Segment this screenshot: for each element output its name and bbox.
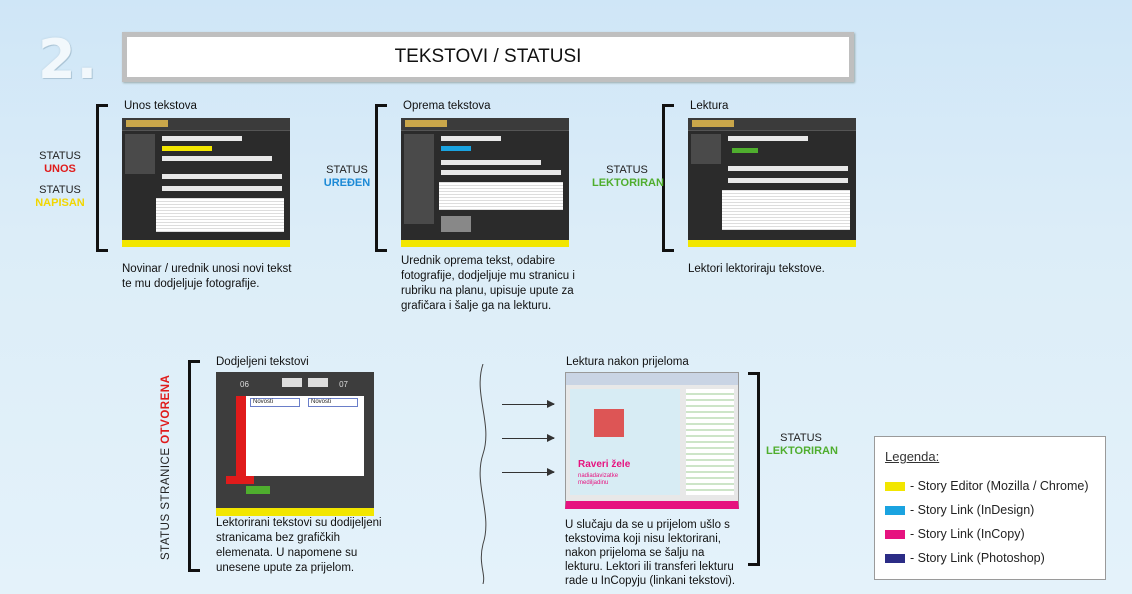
infographic-canvas: 2. TEKSTOVI / STATUSI Unos tekstova STAT…	[0, 0, 1132, 594]
toolbar-button[interactable]	[308, 378, 328, 387]
field	[441, 170, 561, 175]
dodijeljeni-title: Dodjeljeni tekstovi	[216, 356, 309, 368]
photo	[594, 409, 624, 437]
field-highlight	[162, 146, 212, 151]
legend-swatch	[885, 553, 905, 563]
section-dropdown-left[interactable]: Novosti	[250, 398, 300, 407]
red-marker	[226, 476, 254, 484]
vertical-status-value: OTVORENA	[160, 374, 172, 444]
story-editor-logo	[126, 120, 168, 127]
lektura-description: Lektori lektoriraju tekstove.	[688, 263, 825, 275]
nakon-status-label: STATUS	[780, 432, 822, 444]
field	[441, 136, 501, 141]
legend-swatch	[885, 481, 905, 491]
nakon-status: STATUS LEKTORIRAN	[766, 432, 838, 458]
page-title: TEKSTOVI / STATUSI	[122, 32, 854, 82]
status-buttons[interactable]	[246, 486, 270, 494]
unos-status-value-1: UNOS	[44, 163, 76, 175]
page-subheadline: nadiadavizatke mediljadinu	[578, 473, 619, 486]
page-spread: Novosti Novosti	[236, 396, 364, 476]
legend-item: - Story Link (Photoshop)	[885, 551, 1045, 565]
nakon-screenshot: Raveri žele nadiadavizatke mediljadinu	[565, 372, 739, 509]
field	[162, 156, 272, 161]
dodijeljeni-vertical-status-wrap: STATUS STRANICE OTVORENA	[160, 375, 180, 580]
sidebar	[691, 134, 721, 164]
field-highlight	[441, 146, 471, 151]
step-number: 2.	[38, 28, 99, 91]
legend-label: - Story Link (Photoshop)	[910, 551, 1045, 565]
arrow-right-1	[502, 400, 555, 408]
text-body	[156, 198, 284, 232]
legend-swatch	[885, 505, 905, 515]
unos-screenshot	[122, 118, 290, 247]
dodijeljeni-bracket	[188, 360, 200, 572]
oprema-title: Oprema tekstova	[403, 100, 491, 112]
unos-status-label-1: STATUS	[39, 150, 81, 162]
oprema-status-label: STATUS	[326, 164, 368, 176]
legend-label: - Story Link (InDesign)	[910, 503, 1035, 517]
nakon-bracket	[748, 372, 760, 566]
photo-thumbnail	[441, 216, 471, 232]
oprema-status-value: UREĐEN	[323, 177, 371, 189]
field	[162, 186, 282, 191]
legend-swatch	[885, 529, 905, 539]
lektura-status-label: STATUS	[606, 164, 648, 176]
legend-item: - Story Link (InCopy)	[885, 527, 1025, 541]
section-dropdown-right[interactable]: Novosti	[308, 398, 358, 407]
text-body	[722, 190, 850, 230]
legend: Legenda: - Story Editor (Mozilla / Chrom…	[874, 436, 1106, 580]
field	[441, 160, 541, 165]
lektura-status-value: LEKTORIRAN	[592, 177, 664, 189]
lektura-screenshot	[688, 118, 856, 247]
field	[728, 136, 808, 141]
sidebar	[125, 134, 155, 174]
unos-status-label-2: STATUS	[39, 184, 81, 196]
unos-status-1: STATUS UNOS	[28, 150, 92, 176]
unos-bracket	[96, 104, 108, 252]
nakon-title: Lektura nakon prijeloma	[566, 356, 689, 368]
legend-label: - Story Link (InCopy)	[910, 527, 1025, 541]
dodijeljeni-vertical-status: STATUS STRANICE OTVORENA	[160, 375, 172, 560]
oprema-description: Urednik oprema tekst, odabire fotografij…	[401, 255, 575, 312]
text-body	[439, 182, 563, 210]
oprema-screenshot	[401, 118, 569, 247]
field-highlight	[732, 148, 758, 153]
sidebar	[404, 134, 434, 224]
legend-title: Legenda:	[885, 449, 940, 464]
lektura-title: Lektura	[690, 100, 729, 112]
field	[728, 166, 848, 171]
page-headline: Raveri žele	[578, 459, 631, 470]
incopy-toolbar	[566, 373, 738, 385]
page-title-text: TEKSTOVI / STATUSI	[394, 46, 582, 67]
vertical-status-label: STATUS STRANICE	[160, 443, 172, 561]
unos-status-2: STATUS NAPISAN	[28, 184, 92, 210]
story-editor-logo	[692, 120, 734, 127]
toolbar-button[interactable]	[282, 378, 302, 387]
field	[162, 174, 282, 179]
nakon-description: U slučaju da se u prijelom ušlo s teksto…	[565, 519, 736, 587]
page-preview: Raveri žele nadiadavizatke mediljadinu	[570, 389, 680, 495]
dodijeljeni-description: Lektorirani tekstovi su dodijeljeni stra…	[216, 517, 382, 574]
page-left-number: 06	[240, 380, 249, 389]
oprema-status: STATUS UREĐEN	[320, 164, 374, 190]
legend-item: - Story Editor (Mozilla / Chrome)	[885, 479, 1089, 493]
wavy-divider	[479, 364, 487, 584]
dodijeljeni-screenshot: 06 07 Novosti Novosti	[216, 372, 374, 516]
story-editor-logo	[405, 120, 447, 127]
unos-title: Unos tekstova	[124, 100, 197, 112]
lektura-status: STATUS LEKTORIRAN	[592, 164, 664, 190]
page-right-number: 07	[339, 380, 348, 389]
legend-label: - Story Editor (Mozilla / Chrome)	[910, 479, 1089, 493]
field	[162, 136, 242, 141]
oprema-bracket	[375, 104, 387, 252]
side-panel	[686, 389, 734, 495]
arrow-right-2	[502, 434, 555, 442]
unos-status-value-2: NAPISAN	[35, 197, 85, 209]
arrow-right-3	[502, 468, 555, 476]
unos-description: Novinar / urednik unosi novi tekst te mu…	[122, 263, 292, 290]
nakon-status-value: LEKTORIRAN	[766, 445, 838, 457]
legend-item: - Story Link (InDesign)	[885, 503, 1034, 517]
field	[728, 178, 848, 183]
